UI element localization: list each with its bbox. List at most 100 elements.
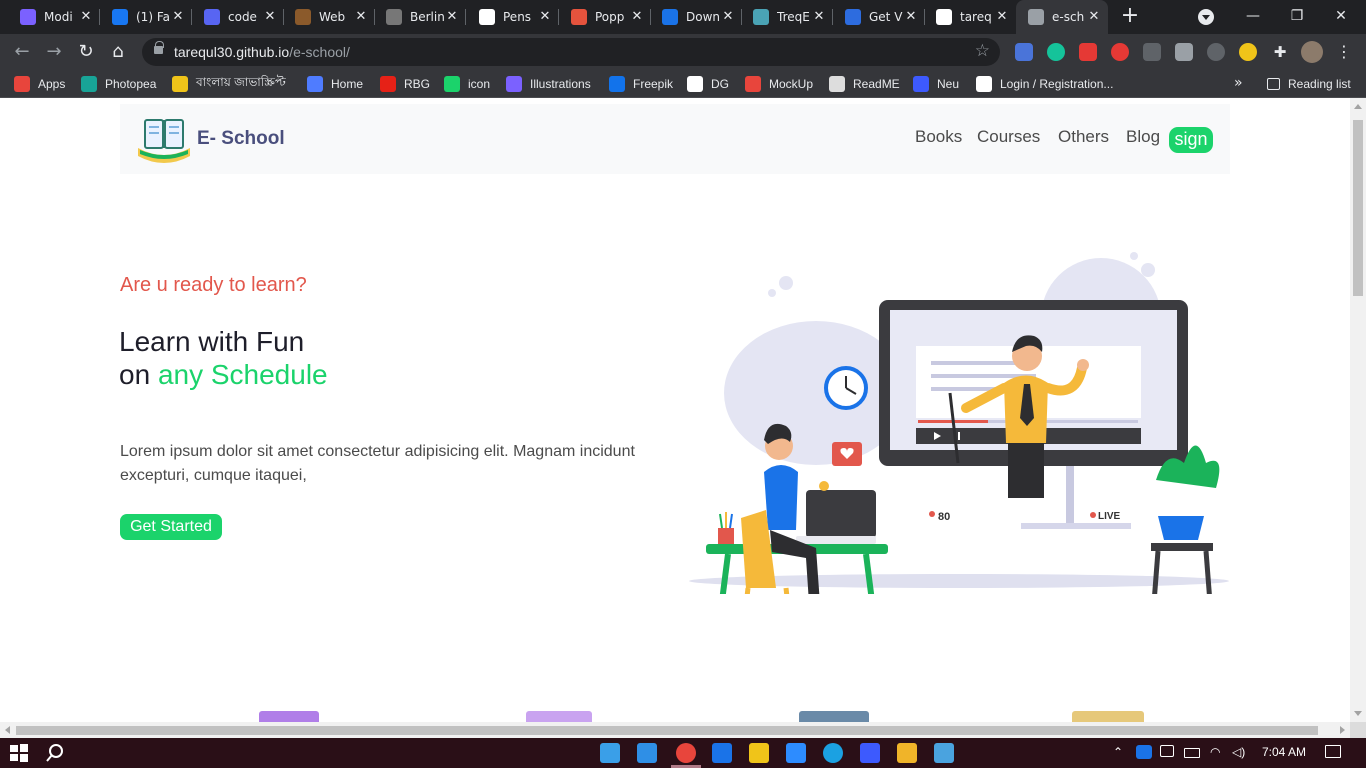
forward-icon[interactable]: → (42, 40, 66, 64)
scroll-down-arrow-icon[interactable] (1354, 711, 1362, 716)
tab-close-icon[interactable]: ✕ (994, 9, 1010, 25)
browser-tab[interactable]: Berlin ✕ (374, 0, 466, 34)
get-started-button[interactable]: Get Started (120, 514, 222, 540)
video-extension-icon[interactable] (1079, 43, 1097, 61)
grammarly-extension-icon[interactable] (1047, 43, 1065, 61)
bookmark-item[interactable]: Illustrations (506, 75, 591, 93)
wps-taskbar-icon[interactable] (860, 743, 880, 763)
scroll-up-arrow-icon[interactable] (1354, 104, 1362, 109)
home-icon[interactable]: ⌂ (106, 40, 130, 64)
tab-close-icon[interactable]: ✕ (537, 9, 553, 25)
tab-close-icon[interactable]: ✕ (170, 9, 186, 25)
nav-others-link[interactable]: Others (1058, 127, 1109, 147)
tab-close-icon[interactable]: ✕ (811, 9, 827, 25)
browser-tab[interactable]: Down ✕ (650, 0, 742, 34)
browser-tab[interactable]: Modi ✕ (8, 0, 100, 34)
bookmark-item[interactable]: DG (687, 75, 729, 93)
search-icon[interactable] (45, 743, 65, 763)
screenshot-extension-icon[interactable] (1175, 43, 1193, 61)
bookmark-item[interactable]: Apps (14, 75, 65, 93)
tab-close-icon[interactable]: ✕ (262, 9, 278, 25)
extensions-puzzle-icon[interactable]: ✚ (1271, 43, 1289, 61)
wifi-icon[interactable]: ◠ (1210, 745, 1220, 759)
bookmark-item[interactable]: Login / Registration... (976, 75, 1113, 93)
chrome-taskbar-icon[interactable] (676, 743, 696, 763)
browser-tab[interactable]: tareq ✕ (924, 0, 1016, 34)
browser-tab[interactable]: (1) Fa ✕ (100, 0, 192, 34)
battery-icon[interactable] (1184, 748, 1200, 758)
browser-tab[interactable]: code ✕ (192, 0, 284, 34)
site-logo-text[interactable]: E- School (197, 128, 285, 150)
glasses-extension-icon[interactable] (1239, 43, 1257, 61)
browser-tab[interactable]: Popp ✕ (559, 0, 651, 34)
scroll-right-arrow-icon[interactable] (1340, 726, 1345, 734)
bookmark-star-icon[interactable]: ☆ (975, 41, 990, 61)
taskbar-clock[interactable]: 7:04 AM (1262, 745, 1306, 759)
bookmark-item[interactable]: ReadME (829, 75, 900, 93)
horizontal-scroll-thumb[interactable] (16, 726, 1318, 735)
book-logo-icon[interactable] (136, 114, 192, 164)
tab-close-icon[interactable]: ✕ (1086, 9, 1102, 25)
mouse-extension-icon[interactable] (1207, 43, 1225, 61)
reload-icon[interactable]: ↻ (74, 40, 98, 64)
new-tab-button[interactable]: + (1118, 5, 1142, 29)
profile-avatar[interactable] (1301, 41, 1323, 63)
tab-close-icon[interactable]: ✕ (444, 9, 460, 25)
notification-center-icon[interactable] (1325, 745, 1341, 758)
tab-close-icon[interactable]: ✕ (353, 9, 369, 25)
tab-search-icon[interactable] (1198, 9, 1214, 25)
file-explorer-desktop-taskbar-icon[interactable] (600, 743, 620, 763)
vertical-scrollbar[interactable] (1350, 98, 1366, 722)
horizontal-scrollbar[interactable] (0, 722, 1350, 738)
bookmark-item[interactable]: বাংলায় জাভাস্ক্রিপ্ট (172, 75, 286, 93)
vertical-scroll-thumb[interactable] (1353, 120, 1363, 296)
bookmark-item[interactable]: icon (444, 75, 490, 93)
tab-close-icon[interactable]: ✕ (78, 9, 94, 25)
bookmark-item[interactable]: MockUp (745, 75, 813, 93)
bookmarks-overflow-icon[interactable]: » (1234, 75, 1243, 91)
bookmark-item[interactable]: RBG (380, 75, 430, 93)
edge-taskbar-icon[interactable] (823, 743, 843, 763)
address-bar[interactable]: tarequl30.github.io/e-school/ ☆ (142, 38, 1000, 66)
browser-menu-icon[interactable]: ⋮ (1335, 43, 1353, 61)
browser-tab[interactable]: Get V ✕ (833, 0, 925, 34)
download-icon[interactable] (1143, 43, 1161, 61)
minimize-button[interactable]: — (1238, 4, 1268, 28)
zoom-taskbar-icon[interactable] (786, 743, 806, 763)
tab-close-icon[interactable]: ✕ (720, 9, 736, 25)
photos-taskbar-icon[interactable] (934, 743, 954, 763)
close-window-button[interactable]: ✕ (1326, 4, 1356, 28)
sign-button[interactable]: sign (1169, 127, 1213, 153)
nav-blog-link[interactable]: Blog (1126, 127, 1160, 147)
nav-courses-link[interactable]: Courses (977, 127, 1040, 147)
browser-tab[interactable]: e-sch ✕ (1016, 0, 1108, 34)
adblock-extension-icon[interactable] (1111, 43, 1129, 61)
files-taskbar-icon[interactable] (897, 743, 917, 763)
tab-close-icon[interactable]: ✕ (629, 9, 645, 25)
url-text[interactable]: tarequl30.github.io/e-school/ (174, 44, 350, 60)
scroll-left-arrow-icon[interactable] (5, 726, 10, 734)
camera-tray-icon[interactable] (1160, 745, 1174, 757)
restore-button[interactable]: ❐ (1282, 4, 1312, 28)
bookmark-item[interactable]: Neu (913, 75, 959, 93)
tray-overflow-icon[interactable]: ⌃ (1113, 745, 1123, 759)
nav-books-link[interactable]: Books (915, 127, 962, 147)
translate-extension-icon[interactable] (1015, 43, 1033, 61)
bookmark-item[interactable]: Freepik (609, 75, 673, 93)
browser-tab[interactable]: TreqE ✕ (741, 0, 833, 34)
browser-tab[interactable]: Pens ✕ (467, 0, 559, 34)
volume-icon[interactable]: ◁) (1232, 745, 1245, 759)
tab-close-icon[interactable]: ✕ (903, 9, 919, 25)
bookmark-item[interactable]: Photopea (81, 75, 156, 93)
vscode-taskbar-icon[interactable] (637, 743, 657, 763)
lock-icon[interactable] (154, 41, 164, 54)
back-icon[interactable]: ← (10, 40, 34, 64)
onedrive-tray-icon[interactable] (1136, 745, 1152, 759)
bookmark-label: Home (331, 77, 364, 91)
windows-start-icon[interactable] (9, 743, 29, 763)
browser-tab[interactable]: Web ✕ (283, 0, 375, 34)
teamviewer-taskbar-icon[interactable] (712, 743, 732, 763)
node-taskbar-icon[interactable] (749, 743, 769, 763)
bookmark-item[interactable]: Home (307, 75, 363, 93)
reading-list-button[interactable]: Reading list (1267, 75, 1351, 93)
